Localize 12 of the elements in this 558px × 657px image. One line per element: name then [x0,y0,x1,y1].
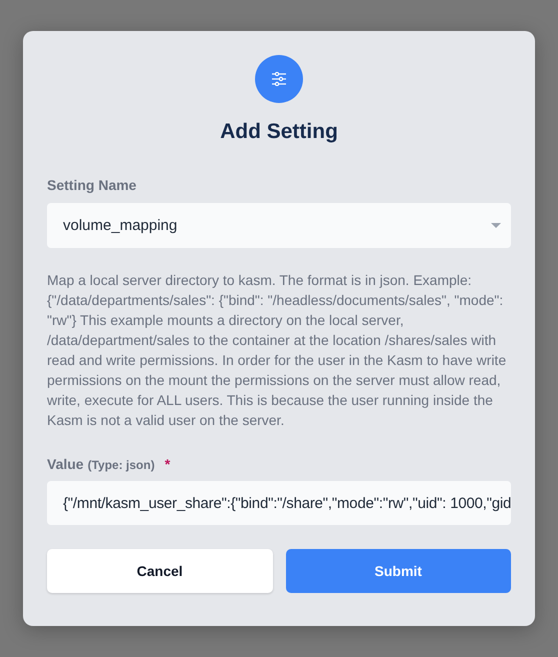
setting-description: Map a local server directory to kasm. The format is in json. Example: {"/data/departments/sales": {"bind": "/headless/documents/sales", "mode": "rw"} This example mounts a directory on the local server, /data/department/sales to the container at the location /shares/sales with read and write permissions. In order for the user in the Kasm to have write permissions on the mount the permissions on the server must allow read, write, execute for ALL users. This is because the user running inside the Kasm is not a valid user on the server. [47,271,508,430]
type-hint: (Type: json) [88,458,155,472]
dialog-title: Add Setting [219,120,339,144]
setting-select[interactable]: volume_mapping [47,203,511,248]
sliders-icon [255,55,303,103]
field-label: Setting Name [47,177,138,193]
field-label: Value [47,456,84,472]
value-input[interactable]: {"/mnt/kasm_user_share":{"bind":"/share","mode":"rw","uid": 1000,"gid [47,481,511,525]
caret-icon [491,223,501,228]
cancel-button[interactable]: Cancel [47,549,272,593]
required-mark: * [164,456,170,472]
submit-button[interactable]: Submit [286,549,511,593]
